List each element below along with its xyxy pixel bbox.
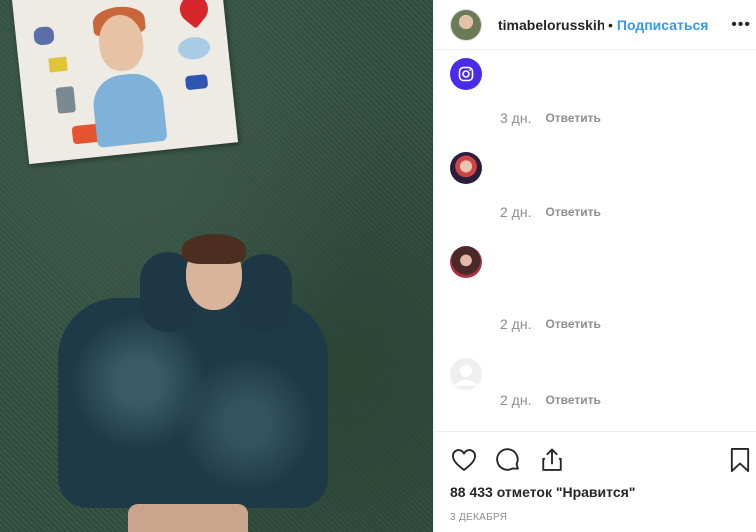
default-avatar-icon[interactable] bbox=[450, 358, 482, 390]
more-horizontal-icon[interactable]: ••• bbox=[731, 16, 751, 34]
share-icon[interactable] bbox=[538, 446, 566, 474]
instagram-post: timabelorusskih • Подписаться ••• 3 дн. … bbox=[0, 0, 756, 532]
reply-button[interactable]: Ответить bbox=[545, 111, 600, 125]
instagram-icon[interactable] bbox=[450, 58, 482, 90]
person-lying-on-grass bbox=[48, 234, 348, 532]
user-avatar[interactable] bbox=[450, 152, 482, 184]
comment-time[interactable]: 3 дн. bbox=[500, 110, 531, 126]
post-photo[interactable] bbox=[0, 0, 433, 532]
heart-icon[interactable] bbox=[450, 446, 478, 474]
likes-count[interactable]: 88 433 отметок "Нравится" bbox=[450, 484, 635, 500]
reply-button[interactable]: Ответить bbox=[545, 205, 600, 219]
comment-time[interactable]: 2 дн. bbox=[500, 316, 531, 332]
follow-button[interactable]: Подписаться bbox=[617, 17, 709, 33]
post-sidebar: timabelorusskih • Подписаться ••• 3 дн. … bbox=[433, 0, 756, 532]
author-avatar[interactable] bbox=[450, 8, 482, 41]
comment-time[interactable]: 2 дн. bbox=[500, 204, 531, 220]
bookmark-icon[interactable] bbox=[726, 446, 754, 474]
reply-button[interactable]: Ответить bbox=[545, 317, 600, 331]
author-username[interactable]: timabelorusskih bbox=[498, 17, 604, 33]
child-drawing bbox=[12, 0, 239, 165]
comments-list[interactable]: 3 дн. Ответить 2 дн. Ответить 2 дн. Отве… bbox=[434, 50, 756, 430]
comment-icon[interactable] bbox=[494, 446, 522, 474]
post-actions: 88 433 отметок "Нравится" 3 ДЕКАБРЯ bbox=[434, 431, 756, 532]
comment-time[interactable]: 2 дн. bbox=[500, 392, 531, 408]
post-header: timabelorusskih • Подписаться ••• bbox=[434, 0, 756, 50]
user-avatar[interactable] bbox=[450, 246, 482, 278]
post-date[interactable]: 3 ДЕКАБРЯ bbox=[450, 512, 507, 523]
reply-button[interactable]: Ответить bbox=[545, 393, 600, 407]
header-separator: • bbox=[608, 16, 613, 33]
